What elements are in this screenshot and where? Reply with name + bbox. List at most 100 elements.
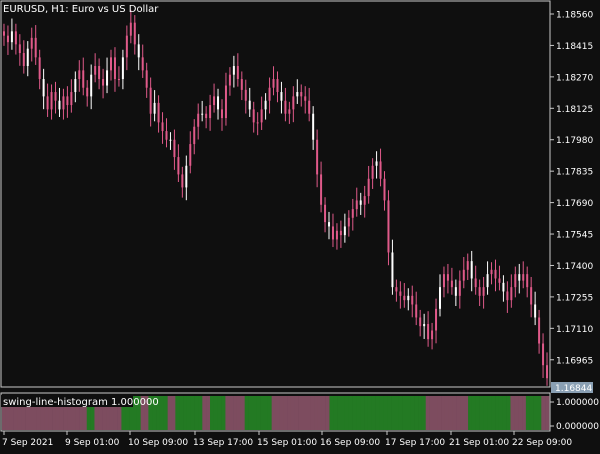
trading-chart[interactable]: EURUSD, H1: Euro vs US Dollar 1.18560 1.1…	[0, 0, 600, 450]
candle-body	[328, 222, 331, 227]
histogram-bar	[437, 396, 442, 430]
candle-body	[312, 113, 315, 140]
candle-body	[74, 79, 77, 93]
candle-body	[248, 100, 251, 110]
candle-body	[387, 200, 390, 253]
histogram-bar	[383, 396, 388, 430]
histogram-bar	[360, 396, 365, 430]
candle-body	[478, 287, 481, 296]
candle-body	[320, 174, 323, 205]
candle-body	[38, 57, 41, 80]
price-tick-label: 1.16965	[556, 356, 593, 366]
histogram-bar	[471, 396, 477, 430]
candle-body	[220, 109, 223, 119]
candle-body	[228, 74, 231, 86]
candle-body	[30, 37, 33, 49]
histogram-bar	[421, 396, 427, 430]
candle-body	[300, 92, 303, 97]
histogram-bar	[487, 396, 492, 430]
histogram-bar	[468, 396, 473, 430]
candle-body	[149, 87, 152, 114]
histogram-bar	[183, 396, 188, 430]
candle-body	[411, 295, 414, 305]
candle-body	[284, 100, 287, 114]
histogram-bar	[479, 396, 484, 430]
histogram-bar	[356, 396, 361, 430]
candle-body	[117, 79, 120, 81]
candle-body	[2, 31, 5, 36]
candle-body	[494, 269, 497, 279]
candle-body	[34, 37, 37, 58]
candle-body	[58, 100, 61, 110]
histogram-bar	[495, 396, 500, 430]
indicator-tick-bottom: 0.000000	[556, 422, 599, 432]
histogram-bar	[414, 396, 419, 430]
candle-body	[110, 57, 113, 71]
candle-body	[86, 87, 89, 97]
histogram-bar	[502, 396, 507, 430]
candle-body	[530, 287, 533, 305]
candle-body	[252, 109, 255, 123]
histogram-bar	[522, 396, 527, 430]
histogram-bar	[279, 396, 284, 430]
histogram-bar	[163, 396, 168, 430]
histogram-bar	[364, 396, 369, 430]
histogram-bar	[206, 396, 211, 430]
candle-body	[264, 100, 267, 110]
chart-canvas[interactable]: EURUSD, H1: Euro vs US Dollar 1.18560 1.1…	[0, 0, 600, 450]
candle-body	[98, 66, 101, 80]
histogram-bar	[475, 396, 480, 430]
candle-body	[466, 261, 469, 270]
candle-body	[331, 226, 334, 240]
candle-body	[272, 79, 275, 88]
candle-body	[363, 196, 366, 205]
histogram-bar	[310, 396, 315, 430]
price-tick-label: 1.18125	[556, 105, 593, 115]
histogram-bar	[175, 396, 180, 430]
candle-body	[185, 165, 188, 188]
histogram-bar	[167, 396, 172, 430]
price-tick-label: 1.17545	[556, 231, 593, 241]
histogram-bar	[506, 396, 511, 430]
time-tick-label: 15 Sep 01:00	[257, 438, 317, 448]
candle-body	[474, 278, 477, 288]
candle-body	[470, 261, 473, 279]
histogram-bar	[283, 396, 288, 430]
histogram-bar	[233, 396, 238, 430]
candle-body	[442, 274, 445, 288]
histogram-bar	[545, 396, 550, 430]
indicator-panel[interactable]: swing-line-histogram 1.000000 1.000000 0…	[0, 392, 599, 432]
candle-body	[276, 79, 279, 93]
histogram-bar	[287, 396, 292, 430]
histogram-bar	[529, 396, 534, 430]
histogram-bar	[221, 396, 226, 430]
candle-body	[347, 217, 350, 227]
histogram-bar	[171, 396, 176, 430]
candle-body	[462, 269, 465, 281]
candle-body	[10, 31, 13, 43]
candle-body	[209, 105, 212, 119]
candle-body	[355, 200, 358, 210]
candle-body	[367, 178, 370, 197]
candle-body	[50, 92, 53, 110]
histogram-bar	[410, 396, 415, 430]
histogram-bar	[271, 396, 276, 430]
histogram-bar	[340, 396, 346, 430]
price-tick-label: 1.17835	[556, 168, 593, 178]
histogram-bar	[402, 396, 407, 430]
candle-body	[308, 100, 311, 114]
histogram-bar	[348, 396, 353, 430]
candle-body	[66, 96, 69, 106]
time-tick-label: 10 Sep 09:00	[128, 438, 188, 448]
candle-body	[70, 92, 73, 106]
histogram-bar	[298, 396, 303, 430]
candle-body	[407, 295, 410, 301]
candle-body	[201, 113, 204, 115]
candle-body	[288, 109, 291, 114]
candle-body	[399, 291, 402, 296]
histogram-bar	[352, 396, 357, 430]
candle-body	[217, 96, 220, 110]
histogram-bar	[248, 396, 253, 430]
candle-body	[280, 92, 283, 101]
price-tick-label: 1.17255	[556, 293, 593, 303]
